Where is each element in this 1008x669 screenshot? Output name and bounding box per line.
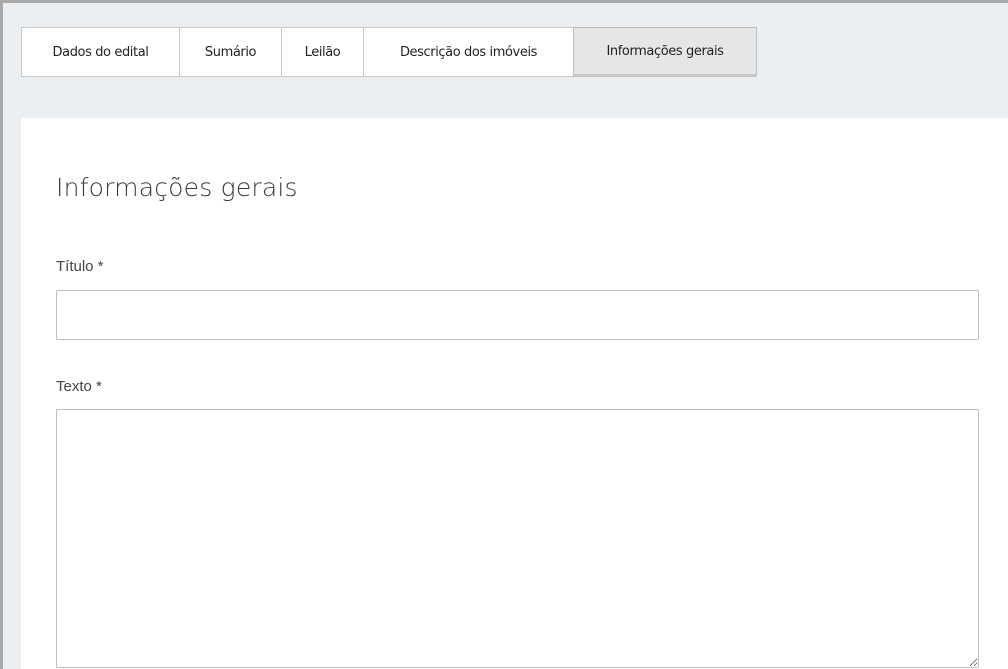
tab-informacoes-gerais[interactable]: Informações gerais (573, 27, 757, 77)
section-title: Informações gerais (56, 173, 298, 202)
tab-sumario[interactable]: Sumário (179, 27, 281, 77)
tab-bar: Dados do edital Sumário Leilão Descrição… (21, 27, 757, 77)
tab-descricao-dos-imoveis[interactable]: Descrição dos imóveis (363, 27, 573, 77)
titulo-input[interactable] (56, 290, 979, 340)
texto-label: Texto * (56, 378, 102, 395)
titulo-label: Título * (56, 258, 104, 275)
page-frame: Dados do edital Sumário Leilão Descrição… (0, 0, 1008, 669)
form-panel: Informações gerais Título * Texto * (21, 118, 1008, 669)
tab-leilao[interactable]: Leilão (281, 27, 363, 77)
texto-textarea[interactable] (56, 409, 979, 668)
tab-dados-do-edital[interactable]: Dados do edital (21, 27, 179, 77)
